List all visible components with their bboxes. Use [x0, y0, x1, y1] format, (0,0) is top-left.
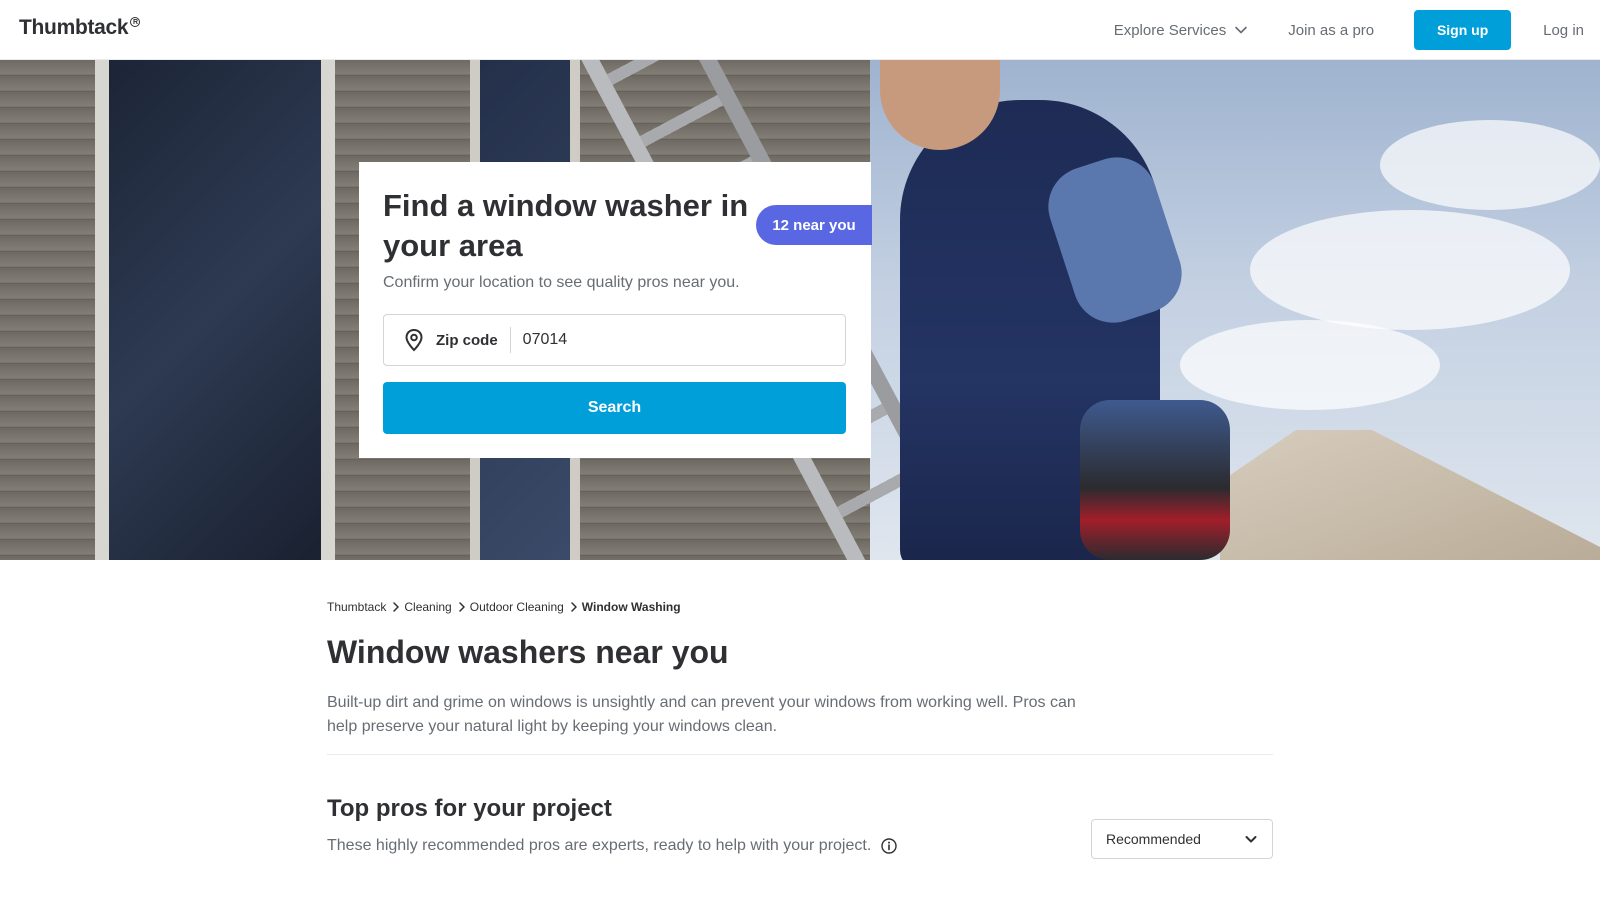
- chevron-right-icon: [458, 602, 465, 612]
- location-pin-icon: [405, 328, 423, 352]
- tool-bag: [1080, 400, 1230, 560]
- zip-code-field[interactable]: Zip code: [383, 314, 846, 366]
- chevron-down-icon: [1245, 836, 1257, 843]
- cloud: [1250, 210, 1570, 330]
- top-pros-heading: Top pros for your project: [327, 795, 612, 822]
- top-pros-subtitle-text: These highly recommended pros are expert…: [327, 837, 872, 854]
- registered-mark-icon: R: [130, 17, 141, 27]
- breadcrumb-thumbtack[interactable]: Thumbtack: [327, 600, 386, 614]
- thumbtack-logo[interactable]: Thumbtack R: [19, 16, 141, 40]
- breadcrumb-window-washing: Window Washing: [581, 600, 681, 614]
- info-icon[interactable]: [881, 838, 897, 854]
- explore-services-label: Explore Services: [1113, 21, 1227, 39]
- log-in-link[interactable]: Log in: [1543, 22, 1584, 39]
- search-button[interactable]: Search: [383, 382, 846, 434]
- chevron-right-icon: [393, 602, 400, 612]
- section-divider: [327, 754, 1273, 755]
- zip-code-label: Zip code: [436, 327, 511, 353]
- sort-dropdown[interactable]: Recommended: [1091, 819, 1273, 859]
- chevron-right-icon: [571, 602, 577, 612]
- breadcrumb-cleaning[interactable]: Cleaning: [404, 600, 451, 614]
- location-search-card: Find a window washer in your area 12 nea…: [359, 162, 872, 458]
- chevron-down-icon: [1235, 26, 1248, 34]
- nav-links: Explore Services Join as a pro Sign up L…: [1114, 10, 1584, 50]
- breadcrumb: Thumbtack Cleaning Outdoor Cleaning Wind…: [327, 600, 681, 614]
- breadcrumb-outdoor-cleaning[interactable]: Outdoor Cleaning: [470, 600, 564, 614]
- sort-dropdown-value: Recommended: [1106, 831, 1201, 847]
- top-pros-subtitle: These highly recommended pros are expert…: [327, 837, 897, 855]
- page-title: Window washers near you: [327, 634, 729, 670]
- logo-text: Thumbtack: [19, 16, 129, 39]
- near-you-badge: 12 near you: [756, 205, 872, 245]
- page-description: Built-up dirt and grime on windows is un…: [327, 694, 1076, 735]
- cloud: [1380, 120, 1600, 210]
- join-as-pro-link[interactable]: Join as a pro: [1288, 22, 1374, 39]
- explore-services-menu[interactable]: Explore Services: [1114, 22, 1249, 39]
- top-nav-bar: Thumbtack R Explore Services Join as a p…: [0, 0, 1600, 60]
- house-window: [95, 60, 335, 560]
- sign-up-button[interactable]: Sign up: [1414, 10, 1512, 50]
- zip-code-input[interactable]: [522, 331, 823, 349]
- neighbor-roof: [1220, 430, 1600, 560]
- hero-title: Find a window washer in your area: [383, 188, 749, 263]
- hero-subtitle: Confirm your location to see quality pro…: [383, 274, 740, 291]
- cloud: [1180, 320, 1440, 410]
